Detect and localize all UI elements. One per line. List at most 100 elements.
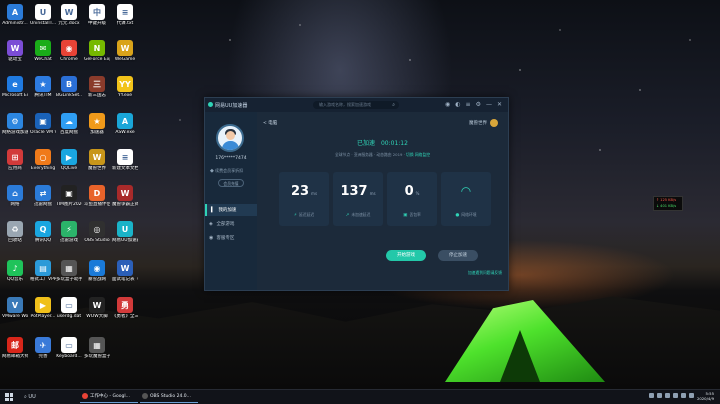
stat-unit: %	[415, 191, 420, 196]
network-monitor-link[interactable]: 网络监控	[415, 152, 430, 157]
window-controls: ◉ ◐ ≡ ⚙ — ✕	[445, 101, 502, 109]
status-text: 已加速	[357, 140, 376, 147]
volume-icon[interactable]	[673, 393, 678, 398]
app-icon: W	[117, 40, 133, 56]
sidebar-item-all-games[interactable]: ◈ 全部游戏	[205, 218, 257, 230]
desktop-icon[interactable]: Q 腾讯QQ	[30, 221, 56, 243]
desktop-icon[interactable]: ▤格式工厂VPR易计划v2.3...	[30, 260, 56, 282]
close-icon[interactable]: ✕	[497, 101, 502, 109]
desktop-icon[interactable]: ≡ 代课.txt	[112, 4, 138, 26]
desktop-icon[interactable]: W 元元.docx	[56, 4, 82, 26]
desktop-icon[interactable]: ⚡ 迅雷游戏	[56, 221, 82, 243]
desktop-icon[interactable]: U UninstallT...	[30, 4, 56, 26]
desktop-icon[interactable]: U网易UU加速器	[112, 221, 138, 243]
stat-card-original-latency: 137 ms ↗ 未加速延迟	[333, 172, 383, 226]
avatar[interactable]	[216, 124, 244, 152]
chrome-icon	[82, 392, 88, 399]
skin-icon[interactable]: ◐	[455, 101, 460, 109]
taskbar-clock[interactable]: 5:55 2020/4/9	[697, 391, 714, 401]
desktop-icon[interactable]: ✉ WeChat	[30, 40, 56, 62]
desktop-icon[interactable]: D 斗鱼直播伴侣	[84, 185, 110, 207]
feedback-link[interactable]: 加速遇到问题请反馈	[468, 270, 502, 276]
desktop-icon[interactable]: W 驱动宝	[2, 40, 28, 62]
desktop-icon-label: 魔兽争霸正式服官方版	[112, 202, 138, 207]
desktop-icon[interactable]: ⚙网络游戏加速器	[2, 113, 28, 135]
desktop-icon[interactable]: W WeGame	[112, 40, 138, 62]
taskbar-app-obs[interactable]: OBS Studio 24.0...	[140, 391, 198, 403]
desktop-icon[interactable]: ◎ OBS Studio	[84, 221, 110, 243]
desktop-icon[interactable]: ✈ 完善	[30, 337, 56, 359]
start-game-button[interactable]: 开始游戏	[386, 250, 426, 261]
windows-start-icon[interactable]	[5, 393, 13, 401]
desktop-icon-label: 多玩魔兽盒子.exe	[84, 354, 110, 359]
desktop-icon[interactable]: ▣Oracle VM VirtualBox	[30, 113, 56, 135]
game-selector[interactable]: 魔兽世界	[469, 119, 498, 127]
desktop-icon[interactable]: B BGLinkSet...	[56, 76, 82, 98]
desktop-icon[interactable]: W魔兽争霸正式服官方版	[112, 185, 138, 207]
tray-icon[interactable]	[657, 393, 662, 398]
desktop-icon[interactable]: YY YY.exe	[112, 76, 138, 98]
network-icon[interactable]	[681, 393, 686, 398]
member-recharge-button[interactable]: 会员充值	[218, 179, 244, 187]
desktop-icon[interactable]: ◉ 暴雪战网	[84, 260, 110, 282]
app-icon: ○	[35, 149, 51, 165]
network-speed-widget[interactable]: ↑ 125 KB/s ↓ 401 KB/s	[653, 196, 683, 211]
stop-acceleration-button[interactable]: 停止加速	[438, 250, 478, 261]
desktop-icon[interactable]: ⊞ 应用商	[2, 149, 28, 171]
desktop-icon[interactable]: A Administr...	[2, 4, 28, 26]
desktop-icon[interactable]: VVMware Workstat...	[2, 297, 28, 319]
desktop-icon[interactable]: ▭ Keyboard...	[56, 337, 82, 359]
stat-label: 网络环境	[461, 212, 477, 217]
back-link[interactable]: < 电脑	[263, 120, 277, 126]
desktop-icon[interactable]: ▭ userdg.dat	[56, 297, 82, 319]
desktop-icon[interactable]: ♻ 回收站	[2, 221, 28, 243]
desktop-icon[interactable]: ≡新建文本文档.txt	[112, 149, 138, 171]
desktop-icon[interactable]: W WOW大脚	[84, 297, 110, 319]
desktop-icon[interactable]: 三新三国志	[84, 76, 110, 98]
desktop-icon[interactable]: ○ Everything	[30, 149, 56, 171]
desktop-icon[interactable]: ★ 腾讯TIM	[30, 76, 56, 98]
desktop-icon[interactable]: ★ 加速器	[84, 113, 110, 135]
desktop-icon[interactable]: ◉ Chrome	[56, 40, 82, 62]
desktop-icon[interactable]: eMicrosoft Edge	[2, 76, 28, 98]
app-icon: ≡	[117, 4, 133, 20]
minimize-icon[interactable]: —	[486, 101, 492, 109]
desktop-icon[interactable]: ▣TIM图片20200226...	[56, 185, 82, 207]
desktop-icon[interactable]: ▶ PotPlayer...	[30, 297, 56, 319]
tray-icon[interactable]	[665, 393, 670, 398]
taskbar-search[interactable]: ⌕ UU	[24, 394, 36, 400]
sidebar-item-my-acceleration[interactable]: ▍ 我的加速	[205, 204, 257, 216]
switch-link[interactable]: 切换	[406, 152, 414, 157]
desktop-icon[interactable]: NGeForce Experience	[84, 40, 110, 62]
taskbar-app-chrome[interactable]: 工作中心 - Googl...	[80, 391, 138, 403]
desktop-icon[interactable]: W 魔兽世界	[84, 149, 110, 171]
desktop-icon[interactable]: A ASW.exe	[112, 113, 138, 135]
desktop-icon[interactable]: ▦多玩魔兽盒子.exe	[84, 337, 110, 359]
desktop-icon[interactable]: 勇《勇者》全三国最新	[112, 297, 138, 319]
desktop-icon[interactable]: ⌂ 网络	[2, 185, 28, 207]
vip-row[interactable]: ◆ 续费会员享折扣	[210, 168, 243, 174]
stat-value: 0%	[387, 184, 437, 199]
desktop-icon[interactable]: W面试笔记表（社会招聘）	[112, 260, 138, 282]
desktop-icon[interactable]: 中中键升级	[84, 4, 110, 26]
sidebar-item-support[interactable]: ◉ 客服专区	[205, 232, 257, 244]
desktop-icon[interactable]: ☁ 百度网盘	[56, 113, 82, 135]
search-icon[interactable]: ⌕	[392, 101, 395, 109]
desktop-icon[interactable]: ⇄ 迅雷网盘	[30, 185, 56, 207]
app-icon: 邮	[7, 337, 23, 353]
game-search-input[interactable]: 输入游戏名称，搜索加速游戏 ⌕	[313, 101, 399, 109]
settings-icon[interactable]: ⚙	[476, 101, 481, 109]
acceleration-status: 已加速 00:01:12	[257, 138, 508, 147]
window-titlebar[interactable]: 网易UU加速器 输入游戏名称，搜索加速游戏 ⌕ ◉ ◐ ≡ ⚙ — ✕	[205, 98, 508, 112]
menu-icon[interactable]: ≡	[466, 101, 471, 109]
tray-icon[interactable]	[649, 393, 654, 398]
desktop-icon[interactable]: ▦多玩盒子助手.exe	[56, 260, 82, 282]
message-icon[interactable]: ◉	[445, 101, 450, 109]
desktop-icon[interactable]: ♪ QQ音乐	[2, 260, 28, 282]
app-icon: ▦	[61, 260, 77, 276]
desktop-icon[interactable]: ▶ QQLive	[56, 149, 82, 171]
app-icon: 三	[89, 76, 105, 92]
desktop-icon[interactable]: 邮网易邮箱大师	[2, 337, 28, 359]
ime-icon[interactable]	[689, 393, 694, 398]
app-icon: 勇	[117, 297, 133, 313]
